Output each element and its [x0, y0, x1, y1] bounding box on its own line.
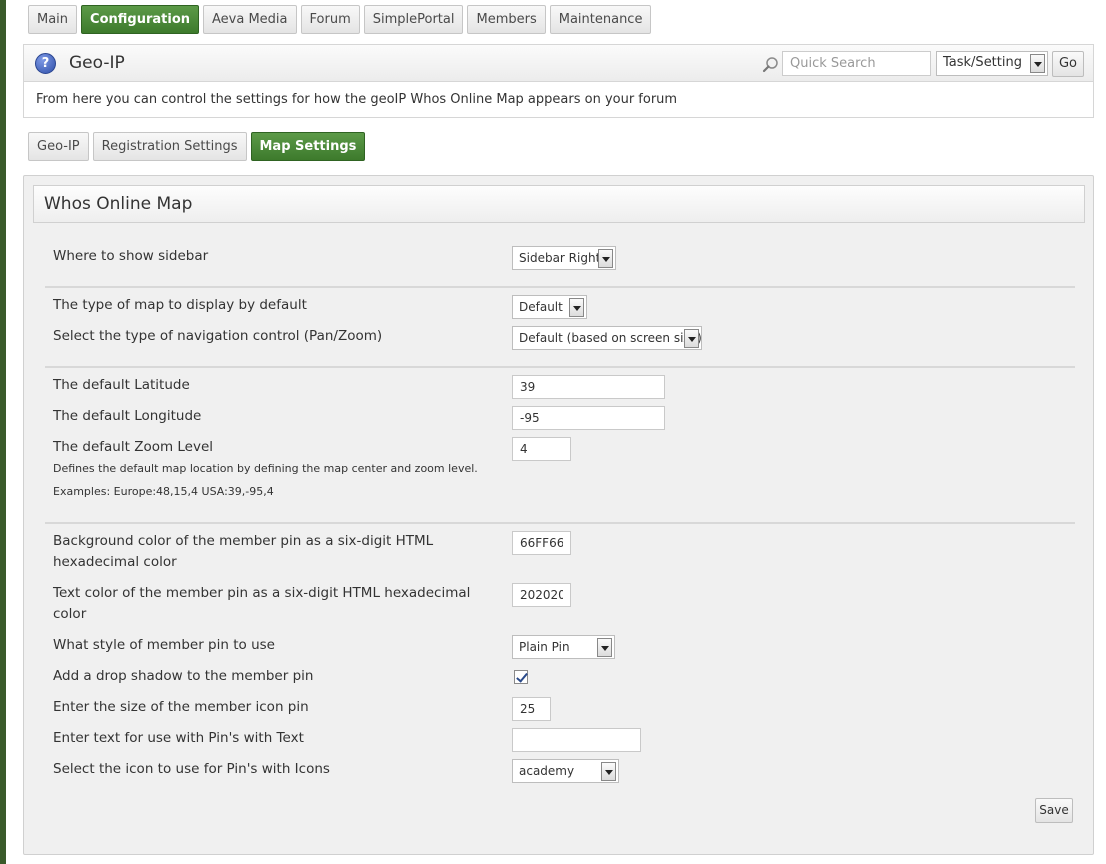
- chevron-down-icon[interactable]: [601, 762, 616, 781]
- page-description: From here you can control the settings f…: [23, 82, 1094, 118]
- zoom-label: The default Zoom Level: [53, 439, 214, 455]
- nav-tab-main[interactable]: Main: [28, 5, 78, 34]
- nav-tab-forum[interactable]: Forum: [300, 5, 360, 34]
- nav-control-label: Select the type of navigation control (P…: [53, 328, 383, 344]
- pin-text-input-label: Enter text for use with Pin's with Text: [53, 730, 304, 746]
- chevron-down-icon[interactable]: [1030, 54, 1045, 73]
- subnav-tab-registration-settings[interactable]: Registration Settings: [92, 132, 247, 161]
- sidebar-select[interactable]: Sidebar Right: [512, 246, 616, 270]
- sidebar-label: Where to show sidebar: [53, 248, 209, 264]
- pin-bg-color-input[interactable]: [512, 531, 571, 555]
- quick-search-input[interactable]: [782, 51, 931, 76]
- latitude-label: The default Latitude: [53, 377, 190, 393]
- pin-size-input[interactable]: [512, 697, 551, 721]
- zoom-note-description: Defines the default map location by defi…: [53, 462, 478, 475]
- pin-shadow-checkbox[interactable]: [514, 670, 528, 684]
- pin-icon-label: Select the icon to use for Pin's with Ic…: [53, 761, 330, 777]
- page-header: ? Geo-IP Task/Setting Go: [23, 44, 1094, 82]
- latitude-input[interactable]: [512, 375, 665, 399]
- search-icon: [762, 57, 778, 73]
- pin-shadow-label: Add a drop shadow to the member pin: [53, 668, 314, 684]
- pin-text-color-input[interactable]: [512, 583, 571, 607]
- nav-tab-configuration[interactable]: Configuration: [81, 5, 200, 34]
- nav-tab-maintenance[interactable]: Maintenance: [549, 5, 652, 34]
- top-nav: Main Configuration Aeva Media Forum Simp…: [28, 5, 652, 34]
- nav-tab-simpleportal[interactable]: SimplePortal: [363, 5, 464, 34]
- divider: [45, 286, 1075, 288]
- pin-size-label: Enter the size of the member icon pin: [53, 699, 309, 715]
- divider: [45, 366, 1075, 368]
- longitude-input[interactable]: [512, 406, 665, 430]
- divider: [45, 522, 1075, 524]
- nav-control-select-value: Default (based on screen size): [519, 331, 702, 345]
- task-setting-select[interactable]: Task/Setting: [936, 51, 1048, 76]
- map-type-select-value: Default: [519, 300, 563, 314]
- longitude-label: The default Longitude: [53, 408, 202, 424]
- pin-text-color-label: Text color of the member pin as a six-di…: [53, 585, 471, 622]
- chevron-down-icon[interactable]: [598, 249, 613, 268]
- pin-icon-select-value: academy: [519, 764, 575, 778]
- pin-style-label: What style of member pin to use: [53, 637, 275, 653]
- help-icon[interactable]: ?: [35, 53, 56, 74]
- zoom-note-examples: Examples: Europe:48,15,4 USA:39,-95,4: [53, 485, 274, 498]
- nav-tab-aeva-media[interactable]: Aeva Media: [203, 5, 297, 34]
- zoom-input[interactable]: [512, 437, 571, 461]
- pin-text-input[interactable]: [512, 728, 641, 752]
- chevron-down-icon[interactable]: [597, 638, 612, 657]
- panel-title: Whos Online Map: [33, 185, 1085, 223]
- task-setting-value: Task/Setting: [943, 55, 1022, 70]
- map-type-label: The type of map to display by default: [53, 297, 307, 313]
- pin-style-select-value: Plain Pin: [519, 640, 570, 654]
- sub-nav: Geo-IP Registration Settings Map Setting…: [28, 132, 366, 161]
- nav-tab-members[interactable]: Members: [467, 5, 546, 34]
- save-button[interactable]: Save: [1035, 798, 1073, 823]
- map-type-select[interactable]: Default: [512, 295, 587, 319]
- chevron-down-icon[interactable]: [684, 329, 699, 348]
- nav-control-select[interactable]: Default (based on screen size): [512, 326, 702, 350]
- pin-style-select[interactable]: Plain Pin: [512, 635, 615, 659]
- settings-panel: Whos Online Map Where to show sidebar Si…: [23, 175, 1094, 855]
- left-edge-bar: [0, 0, 6, 864]
- pin-icon-select[interactable]: academy: [512, 759, 619, 783]
- pin-bg-color-label: Background color of the member pin as a …: [53, 533, 434, 570]
- go-button[interactable]: Go: [1052, 51, 1084, 77]
- sidebar-select-value: Sidebar Right: [519, 251, 601, 265]
- chevron-down-icon[interactable]: [569, 298, 584, 317]
- page-title: Geo-IP: [69, 53, 125, 73]
- subnav-tab-map-settings[interactable]: Map Settings: [250, 132, 366, 161]
- subnav-tab-geo-ip[interactable]: Geo-IP: [28, 132, 89, 161]
